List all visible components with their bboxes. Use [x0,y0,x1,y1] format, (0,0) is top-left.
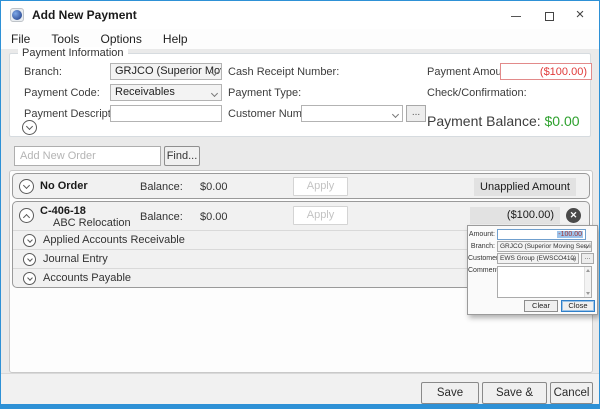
order-balance-label: Balance: [140,211,183,223]
cash-receipt-number-label: Cash Receipt Number: [228,66,339,78]
scroll-down-icon [586,292,590,295]
payment-balance: Payment Balance: $0.00 [427,113,580,129]
menu-item-options[interactable]: Options [92,29,149,46]
amount-popup: Amount: -100.00 Branch: GRJCO (Superior … [467,225,598,315]
popup-customer-lookup-button[interactable]: ... [581,253,594,264]
expand-section-button[interactable] [23,253,36,266]
close-button[interactable]: × [565,1,595,29]
payment-code-select[interactable]: Receivables [110,84,222,101]
expand-no-order-button[interactable] [19,179,34,194]
popup-branch-select[interactable]: GRJCO (Superior Moving Services of CO) [497,241,592,252]
payment-balance-label: Payment Balance: [427,113,541,129]
popup-branch-label: Branch: [468,243,495,250]
client-area: Payment Information Branch: GRJCO (Super… [1,49,599,406]
order-amount-box: ($100.00) [470,207,560,224]
section-label: Applied Accounts Receivable [43,234,185,246]
add-new-order-input[interactable] [14,146,161,166]
order-number: C-406-18 [40,205,86,217]
customer-number-select[interactable] [301,105,403,122]
unapplied-amount-box: Unapplied Amount [474,178,576,196]
menu-item-help[interactable]: Help [155,29,196,46]
footer-bar: Save Save & New Cancel [1,373,599,406]
cancel-button[interactable]: Cancel [550,382,593,404]
expand-payment-info-button[interactable] [22,120,37,135]
no-order-title: No Order [40,180,88,192]
chevron-down-icon [27,237,33,243]
app-icon [10,8,24,22]
order-apply-button[interactable]: Apply [293,206,348,225]
order-balance-value: $0.00 [200,211,228,223]
collapse-order-button[interactable] [19,208,34,223]
payment-code-label: Payment Code: [24,87,100,99]
title-bar: Add New Payment × [1,1,599,29]
popup-customer-value: EWS Group (EWSCO410) [500,255,576,262]
branch-select[interactable]: GRJCO (Superior Movir [110,63,222,80]
section-label: Journal Entry [43,253,108,265]
menu-item-tools[interactable]: Tools [43,29,87,46]
payment-code-value: Receivables [115,86,175,98]
chevron-down-icon [23,181,30,188]
payment-balance-value: $0.00 [545,113,580,129]
find-button[interactable]: Find... [164,146,200,166]
popup-close-button[interactable]: Close [561,300,595,312]
save-new-button[interactable]: Save & New [482,382,547,404]
chevron-down-icon [27,275,33,281]
popup-amount-label: Amount: [468,231,495,238]
popup-amount-input[interactable]: -100.00 [497,229,586,240]
chevron-up-icon [23,213,30,220]
popup-branch-value: GRJCO (Superior Moving Services of CO) [500,243,592,250]
maximize-button[interactable] [534,1,564,29]
apply-button[interactable]: Apply [293,177,348,196]
no-order-card: No Order Balance: $0.00 Apply Unapplied … [12,173,590,199]
order-name: ABC Relocation [53,217,131,229]
menu-bar: File Tools Options Help [1,29,599,49]
popup-amount-value: -100.00 [557,231,583,238]
payment-type-label: Payment Type: [228,87,301,99]
minimize-button[interactable] [501,1,531,29]
scrollbar[interactable] [584,267,591,297]
chevron-down-icon [26,122,33,129]
balance-value: $0.00 [200,181,228,193]
check-confirmation-label: Check/Confirmation: [427,87,527,99]
branch-value: GRJCO (Superior Movir [115,65,222,77]
payment-information-group: Payment Information Branch: GRJCO (Super… [9,53,591,137]
section-label: Accounts Payable [43,272,131,284]
menu-item-file[interactable]: File [3,29,38,46]
chevron-down-icon [211,90,218,97]
popup-customer-select[interactable]: EWS Group (EWSCO410) [497,253,579,264]
save-button[interactable]: Save [421,382,479,404]
popup-customer-label: Customer: [468,255,495,262]
payment-description-input[interactable] [110,105,222,122]
remove-order-button[interactable]: ✕ [566,208,581,223]
expand-section-button[interactable] [23,234,36,247]
branch-label: Branch: [24,66,62,78]
group-title: Payment Information [18,47,128,59]
window-bottom-border [1,404,599,408]
popup-comments-textarea[interactable] [497,266,592,298]
chevron-down-icon [392,111,399,118]
expand-section-button[interactable] [23,272,36,285]
chevron-down-icon [27,256,33,262]
payment-amount-input[interactable] [500,63,592,80]
scroll-up-icon [586,269,590,272]
window: Add New Payment × File Tools Options Hel… [0,0,600,409]
popup-clear-button[interactable]: Clear [524,300,558,312]
customer-lookup-button[interactable]: ... [406,105,426,122]
window-title: Add New Payment [32,8,137,22]
popup-comments-label: Comments: [468,267,495,274]
balance-label: Balance: [140,181,183,193]
